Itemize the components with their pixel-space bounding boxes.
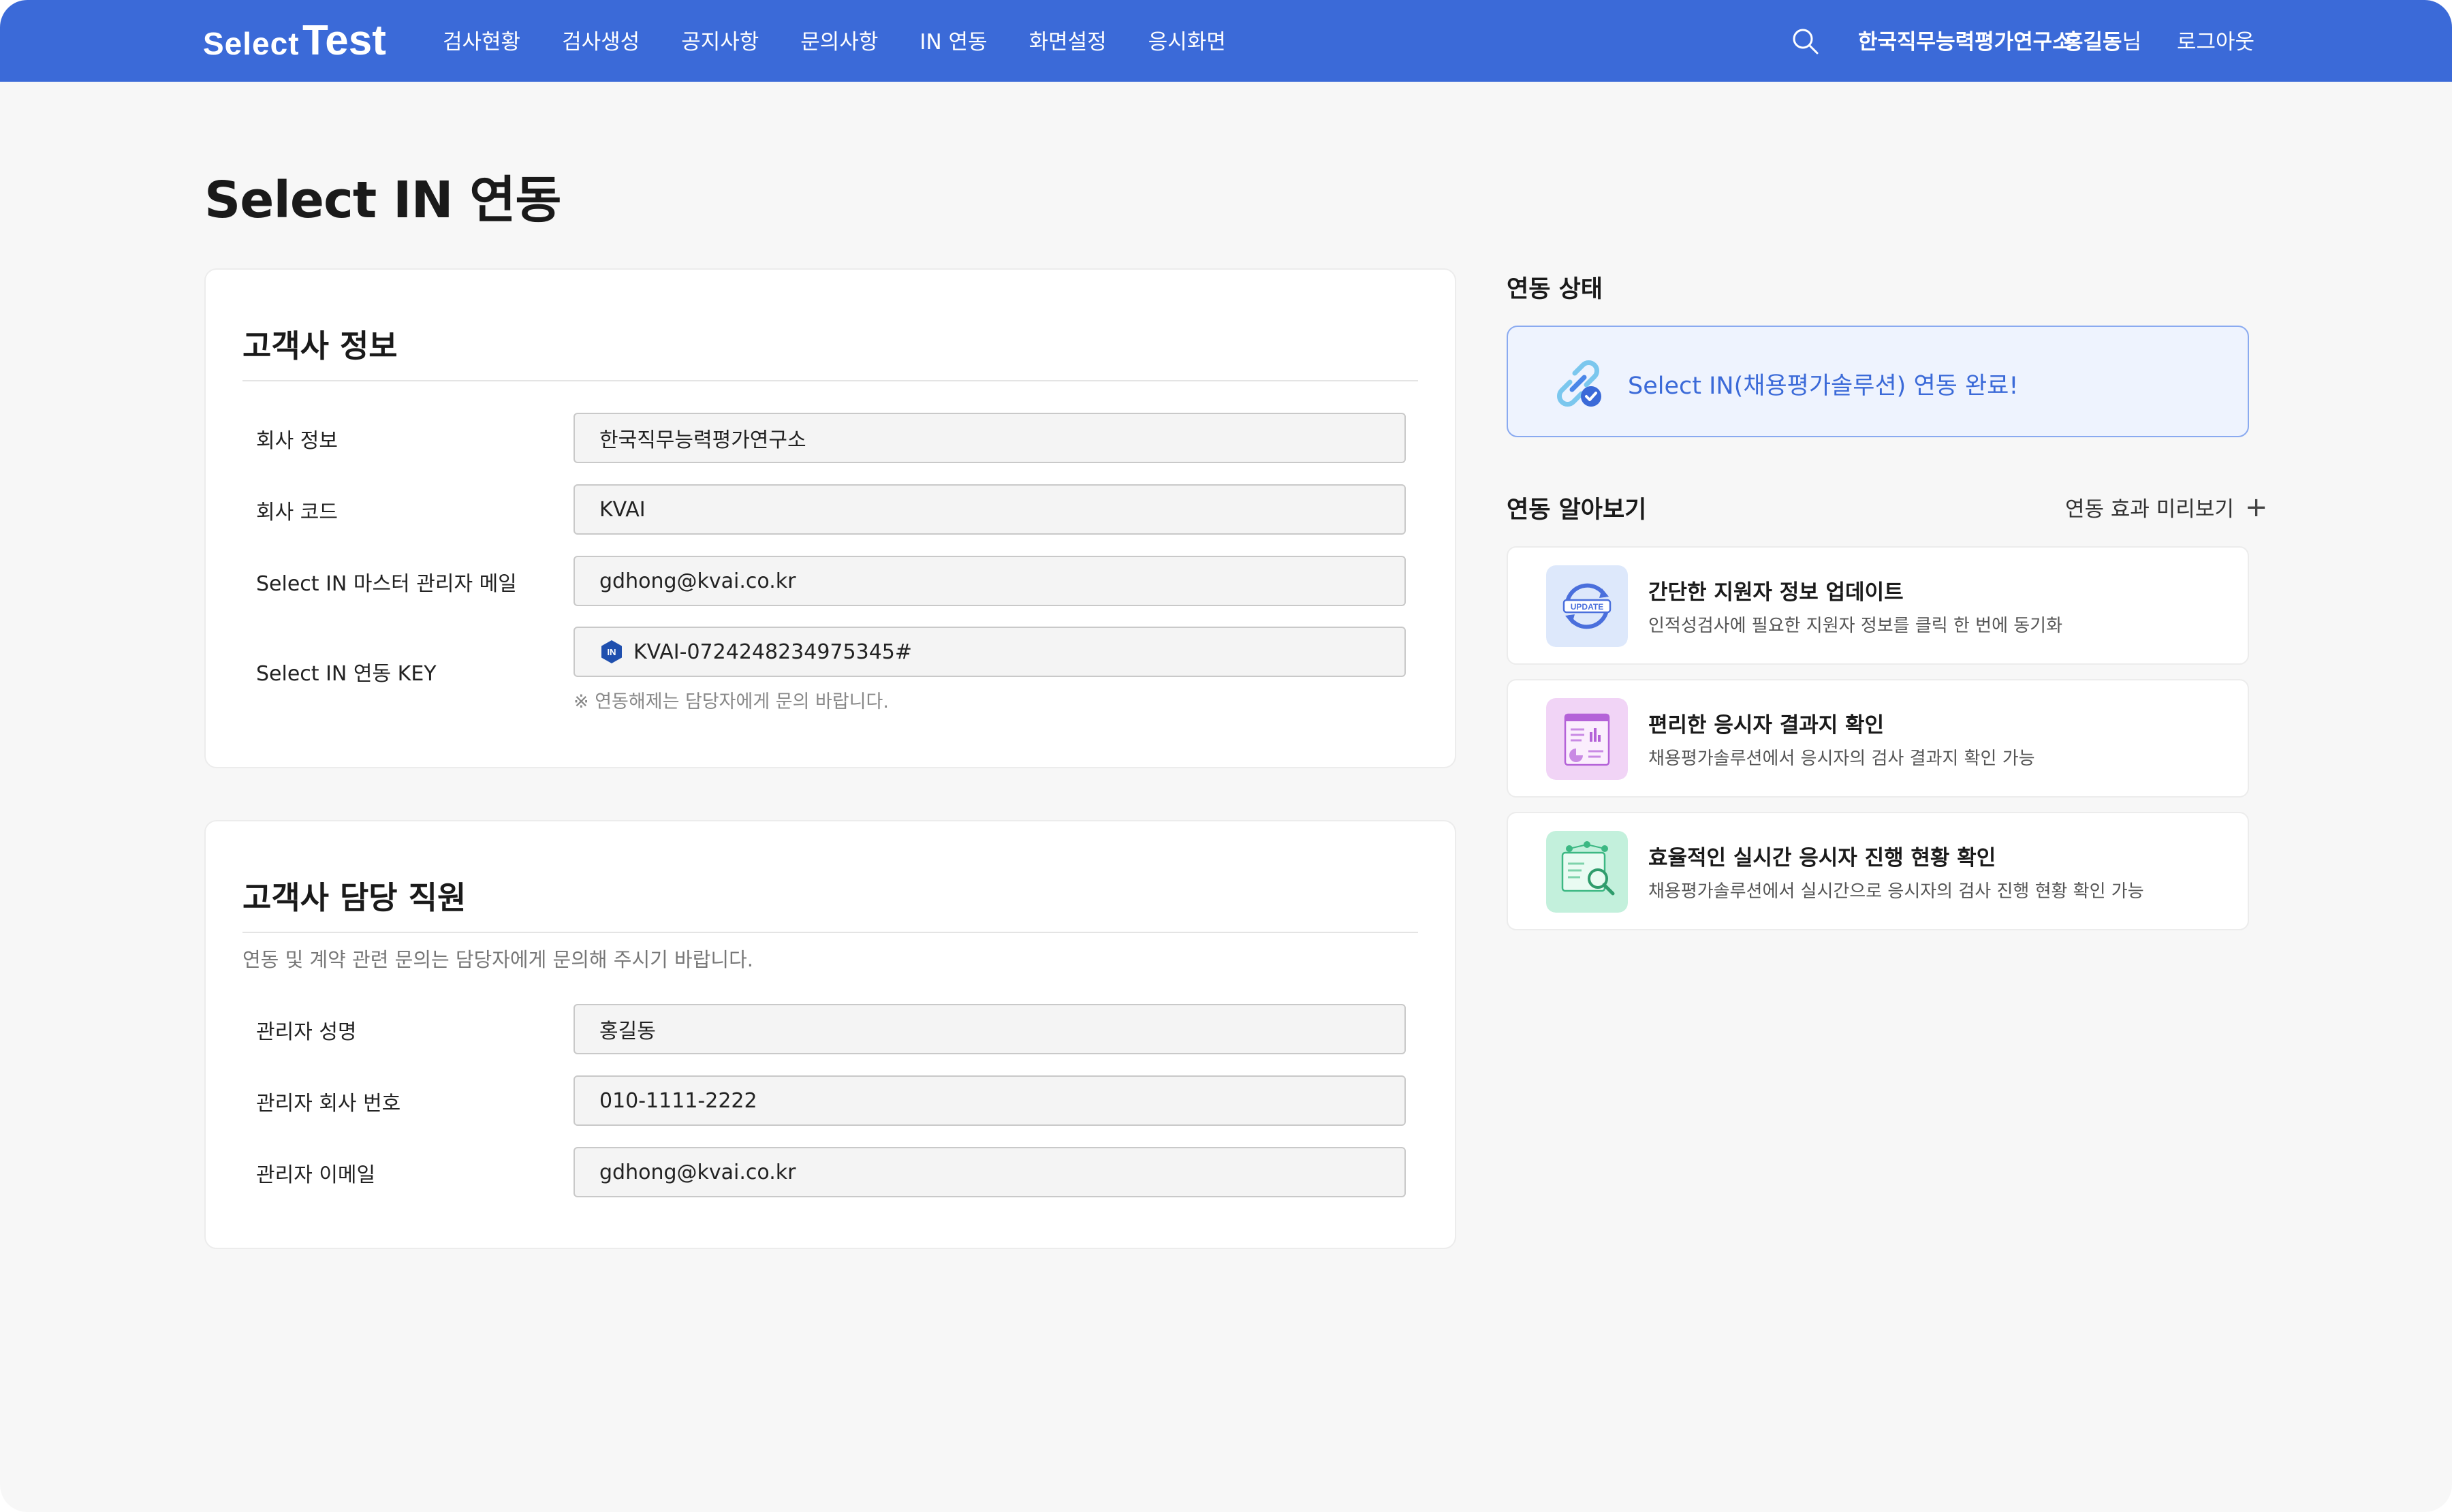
unlink-hint: ※ 연동해제는 담당자에게 문의 바랍니다.: [573, 691, 889, 712]
nav-item-test-screen[interactable]: 응시화면: [1148, 25, 1226, 55]
user-suffix: 님: [2122, 30, 2142, 54]
link-status-title: 연동 상태: [1507, 276, 1603, 303]
company-code-field: KVAI: [573, 484, 1406, 535]
feature-desc-update: 인적성검사에 필요한 지원자 정보를 클릭 한 번에 동기화: [1648, 616, 2063, 636]
feature-title-realtime: 효율적인 실시간 응시자 진행 현황 확인: [1648, 846, 1996, 870]
admin-email-label: 관리자 이메일: [256, 1163, 376, 1187]
nav-item-test-create[interactable]: 검사생성: [562, 25, 640, 55]
admin-email-field: gdhong@kvai.co.kr: [573, 1147, 1406, 1197]
feature-desc-realtime: 채용평가솔루션에서 실시간으로 응시자의 검사 진행 현황 확인 가능: [1648, 881, 2144, 902]
user-organization: 한국직무능력평가연구소: [1858, 30, 2072, 54]
link-key-label: Select IN 연동 KEY: [256, 662, 437, 686]
customer-info-card: 고객사 정보 회사 정보 한국직무능력평가연구소 회사 코드 KVAI Sele…: [204, 268, 1456, 768]
nav-item-test-status[interactable]: 검사현황: [443, 25, 520, 55]
report-icon: [1546, 698, 1628, 780]
search-button[interactable]: [1789, 25, 1821, 57]
link-status-message: Select IN(채용평가솔루션) 연동 완료!: [1628, 373, 2019, 400]
link-key-value: KVAI-0724248234975345#: [633, 640, 912, 664]
main-nav: 검사현황 검사생성 공지사항 문의사항 IN 연동 화면설정 응시화면: [443, 25, 1268, 55]
link-key-field: IN KVAI-0724248234975345#: [573, 627, 1406, 677]
feature-card-realtime: 효율적인 실시간 응시자 진행 현황 확인 채용평가솔루션에서 실시간으로 응시…: [1507, 812, 2249, 930]
company-info-field: 한국직무능력평가연구소: [573, 413, 1406, 463]
feature-title-update: 간단한 지원자 정보 업데이트: [1648, 580, 1904, 605]
company-info-label: 회사 정보: [256, 429, 338, 453]
in-badge-icon: IN: [601, 640, 622, 663]
user-greeting: 홍길동님: [2064, 25, 2141, 55]
customer-staff-card: 고객사 담당 직원 연동 및 계약 관련 문의는 담당자에게 문의해 주시기 바…: [204, 820, 1456, 1249]
admin-name-field: 홍길동: [573, 1004, 1406, 1054]
page-title: Select IN 연동: [204, 171, 561, 230]
in-badge-text: IN: [608, 647, 616, 657]
learn-section-title: 연동 알아보기: [1507, 497, 1647, 524]
nav-item-in-link[interactable]: IN 연동: [920, 25, 987, 55]
feature-card-update: UPDATE 간단한 지원자 정보 업데이트 인적성검사에 필요한 지원자 정보…: [1507, 546, 2249, 665]
app-logo[interactable]: Select Test: [203, 16, 386, 65]
link-check-icon: [1557, 360, 1601, 407]
admin-name-label: 관리자 성명: [256, 1020, 357, 1044]
customer-staff-title: 고객사 담당 직원: [242, 879, 467, 916]
nav-item-notice[interactable]: 공지사항: [681, 25, 759, 55]
feature-desc-report: 채용평가솔루션에서 응시자의 검사 결과지 확인 가능: [1648, 749, 2035, 769]
monitor-search-icon: [1546, 831, 1628, 913]
user-name: 홍길동: [2064, 30, 2122, 54]
search-icon: [1793, 29, 1819, 54]
master-admin-email-field: gdhong@kvai.co.kr: [573, 556, 1406, 606]
logo-text-select: Select: [203, 26, 300, 61]
feature-title-report: 편리한 응시자 결과지 확인: [1648, 713, 1885, 738]
update-icon: UPDATE: [1546, 565, 1628, 647]
logo-text-test: Test: [302, 17, 386, 64]
preview-effect-link[interactable]: 연동 효과 미리보기 +: [2065, 492, 2267, 522]
nav-item-inquiry[interactable]: 문의사항: [800, 25, 878, 55]
feature-card-report: 편리한 응시자 결과지 확인 채용평가솔루션에서 응시자의 검사 결과지 확인 …: [1507, 679, 2249, 798]
logout-button[interactable]: 로그아웃: [2177, 25, 2254, 55]
update-icon-label: UPDATE: [1571, 602, 1603, 612]
master-admin-email-label: Select IN 마스터 관리자 메일: [256, 572, 517, 596]
nav-item-screen-settings[interactable]: 화면설정: [1029, 25, 1107, 55]
top-navigation-bar: Select Test 검사현황 검사생성 공지사항 문의사항 IN 연동 화면…: [0, 0, 2452, 82]
company-code-label: 회사 코드: [256, 501, 338, 524]
divider: [242, 380, 1418, 381]
customer-info-title: 고객사 정보: [242, 328, 398, 364]
plus-icon: +: [2244, 491, 2268, 523]
divider: [242, 932, 1418, 933]
link-status-box: Select IN(채용평가솔루션) 연동 완료!: [1507, 326, 2249, 437]
customer-staff-desc: 연동 및 계약 관련 문의는 담당자에게 문의해 주시기 바랍니다.: [242, 948, 753, 971]
admin-phone-field: 010-1111-2222: [573, 1075, 1406, 1126]
admin-phone-label: 관리자 회사 번호: [256, 1092, 401, 1116]
app-frame: Select Test 검사현황 검사생성 공지사항 문의사항 IN 연동 화면…: [0, 0, 2452, 1512]
preview-effect-label: 연동 효과 미리보기: [2065, 497, 2234, 522]
